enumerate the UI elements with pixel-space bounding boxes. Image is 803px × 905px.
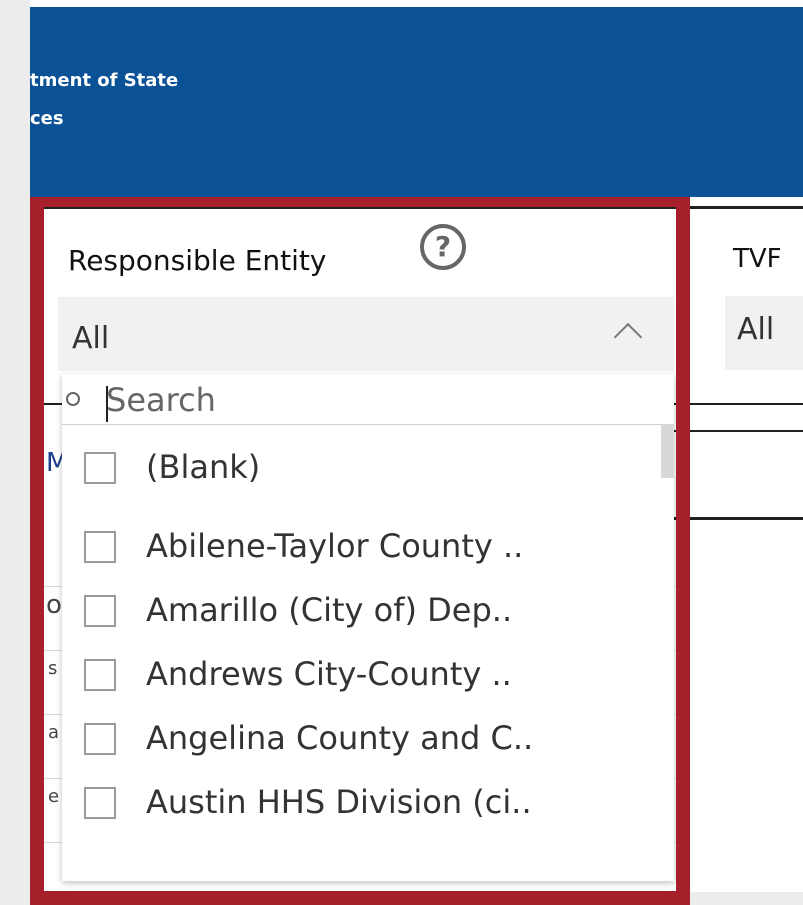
header-banner	[30, 7, 803, 197]
divider	[674, 517, 803, 520]
banner-title-line-2: ces	[30, 108, 64, 129]
banner-title-line-1: tment of State	[30, 70, 179, 91]
tvf-filter-label: TVF	[733, 244, 782, 274]
divider	[674, 430, 803, 432]
tvf-filter-value: All	[737, 312, 775, 347]
tvf-filter-select[interactable]: All	[725, 296, 803, 370]
highlight-frame	[30, 197, 690, 905]
